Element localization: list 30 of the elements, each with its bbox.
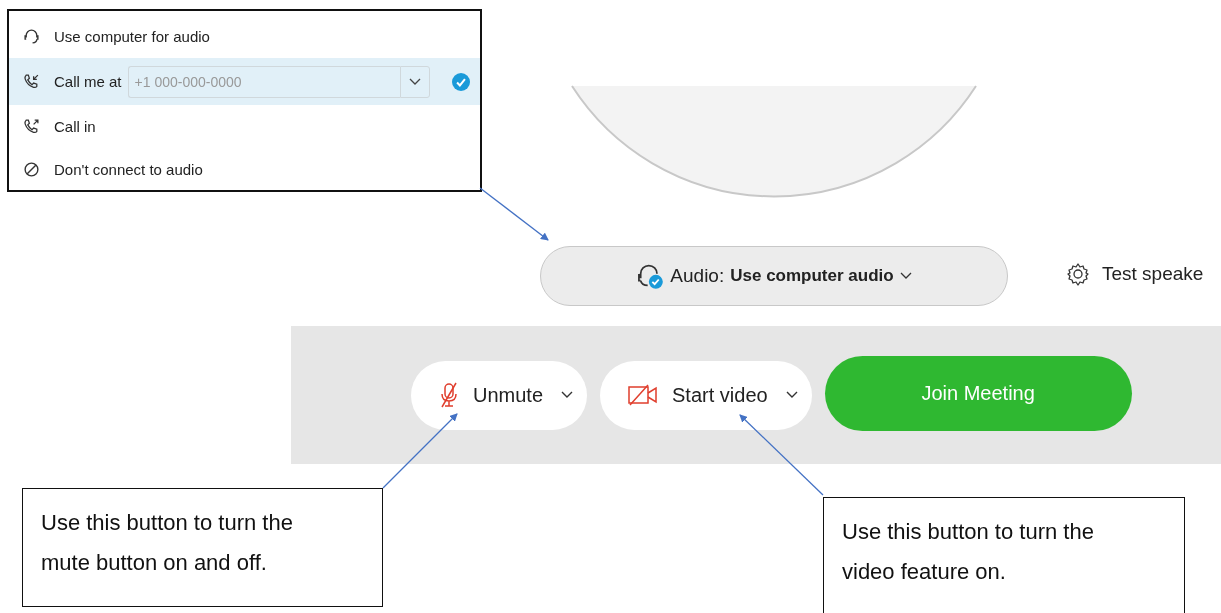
- settings-icon: [1066, 262, 1090, 286]
- headset-icon: [23, 28, 40, 45]
- start-video-button[interactable]: Start video: [600, 360, 812, 430]
- unmute-button[interactable]: Unmute: [411, 360, 588, 430]
- video-off-icon: [628, 383, 659, 407]
- chevron-down-icon: [408, 77, 421, 86]
- menu-item-label: Use computer for audio: [54, 28, 210, 45]
- callout-text: Use this button to turn the mute button on and off.: [41, 509, 294, 577]
- callout-text: Use this button to turn the video feature on.: [842, 518, 1095, 586]
- incoming-call-icon: [23, 73, 40, 90]
- test-speaker-button[interactable]: Test speake: [1066, 262, 1204, 286]
- chevron-down-icon: [561, 391, 574, 399]
- arrow: [479, 187, 549, 241]
- phone-number-field[interactable]: +1 000-000-0000: [127, 65, 400, 98]
- outgoing-call-icon: [23, 118, 40, 135]
- dropdown-button[interactable]: [399, 65, 430, 98]
- muted-microphone-icon: [439, 382, 459, 408]
- menu-item[interactable]: Don't connect to audio: [9, 148, 480, 191]
- chevron-down-icon: [899, 272, 912, 280]
- menu-item-label: Call me at: [54, 73, 122, 90]
- menu-item[interactable]: Call me at +1 000-000-0000: [9, 58, 480, 105]
- menu-item[interactable]: Call in: [9, 105, 480, 148]
- audio-button[interactable]: Audio: Use computer audio: [540, 246, 1008, 306]
- headset-icon: [636, 262, 665, 290]
- chevron-down-icon: [785, 391, 798, 399]
- prohibited-icon: [23, 161, 40, 178]
- checkmark-icon: [452, 72, 470, 91]
- menu-item-label: Call in: [54, 118, 96, 135]
- menu-item[interactable]: Use computer for audio: [9, 15, 480, 58]
- menu-item-label: Don't connect to audio: [54, 161, 203, 178]
